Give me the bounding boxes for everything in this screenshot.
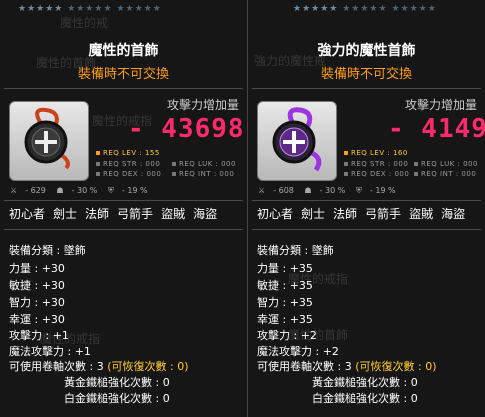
star-force-row: ★★★★★ ★★★★★ ★★★★★ xyxy=(293,4,437,14)
stat-gold-hammer: 黃金鐵槌強化次數 : 0 xyxy=(312,376,418,389)
job-list: 初心者 劍士 法師 弓箭手 盜賊 海盜 xyxy=(257,205,473,222)
divider xyxy=(252,200,481,201)
job-mage: 法師 xyxy=(85,207,110,221)
stat-dex: 敏捷 : +35 xyxy=(257,279,313,292)
stat-scroll-slots: 可使用卷軸次數 : 3 (可恢復次數 : 0) xyxy=(257,360,437,373)
boss-damage-icon: ☗ xyxy=(304,186,312,195)
job-archer: 弓箭手 xyxy=(117,207,154,221)
mini-stat: - 19 % xyxy=(121,186,148,195)
job-thief: 盜賊 xyxy=(161,207,186,221)
item-icon-frame xyxy=(257,101,337,181)
star-force-row: ★★★★★ ★★★★★ ★★★★★ xyxy=(18,4,162,14)
stat-category: 裝備分類 : 墜飾 xyxy=(9,244,86,257)
tooltip-right: 強力的魔性戒 魔性的戒指 魔性的首飾 ★★★★★ ★★★★★ ★★★★★ 強力的… xyxy=(248,0,485,417)
divider xyxy=(252,88,481,89)
mini-stat: - 30 % xyxy=(319,186,346,195)
stat-str: 力量 : +35 xyxy=(257,262,313,275)
attack-increase-value: - 4149 xyxy=(388,114,485,144)
stat-str: 力量 : +30 xyxy=(9,262,65,275)
job-thief: 盜賊 xyxy=(409,207,434,221)
bullet-icon xyxy=(344,172,348,176)
job-beginner: 初心者 xyxy=(257,207,294,221)
bullet-icon xyxy=(96,172,100,176)
job-list: 初心者 劍士 法師 弓箭手 盜賊 海盜 xyxy=(9,205,225,222)
divider xyxy=(252,229,481,230)
job-mage: 法師 xyxy=(333,207,358,221)
stat-category: 裝備分類 : 墜飾 xyxy=(257,244,334,257)
divider xyxy=(4,229,243,230)
item-name: 強力的魔性首飾 xyxy=(317,43,416,59)
stat-int: 智力 : +30 xyxy=(9,296,65,309)
ignore-defense-icon: ⛨ xyxy=(355,186,362,195)
req-dex: REQ DEX : 000 xyxy=(344,170,409,178)
item-icon-frame xyxy=(9,101,89,181)
job-pirate: 海盜 xyxy=(193,207,218,221)
stat-gold-hammer: 黃金鐵槌強化次數 : 0 xyxy=(64,376,170,389)
bullet-icon xyxy=(172,172,176,176)
attack-speed-icon: ⚔ xyxy=(258,186,266,195)
mini-stat: - 608 xyxy=(273,186,294,195)
mini-stats-row: ⚔ - 608 ☗ - 30 % ⛨ - 19 % xyxy=(258,186,404,196)
req-int: REQ INT : 000 xyxy=(172,170,234,178)
job-pirate: 海盜 xyxy=(441,207,466,221)
stat-luk: 幸運 : +35 xyxy=(257,313,313,326)
bullet-icon xyxy=(96,151,100,155)
divider xyxy=(4,88,243,89)
attack-increase-value: - 43698 xyxy=(128,114,245,144)
mini-stat: - 30 % xyxy=(71,186,98,195)
stat-scroll-slots: 可使用卷軸次數 : 3 (可恢復次數 : 0) xyxy=(9,360,189,373)
divider xyxy=(4,200,243,201)
bullet-icon xyxy=(414,172,418,176)
item-name: 魔性的首飾 xyxy=(88,43,159,59)
mini-stat: - 19 % xyxy=(369,186,396,195)
purple-cross-pendant-icon xyxy=(272,107,322,172)
attack-increase-label: 攻擊力增加量 xyxy=(166,98,239,112)
bullet-icon xyxy=(96,162,100,166)
bullet-icon xyxy=(414,162,418,166)
stat-attack: 攻擊力 : +1 xyxy=(9,329,69,342)
boss-damage-icon: ☗ xyxy=(56,186,64,195)
bullet-icon xyxy=(344,151,348,155)
ghost-text: 魔性的戒 xyxy=(60,16,109,30)
job-beginner: 初心者 xyxy=(9,207,46,221)
bullet-icon xyxy=(344,162,348,166)
req-str: REQ STR : 000 xyxy=(96,160,160,168)
stat-dex: 敏捷 : +30 xyxy=(9,279,65,292)
stat-magic-attack: 魔法攻擊力 : +1 xyxy=(9,345,91,358)
bullet-icon xyxy=(172,162,176,166)
untradeable-notice: 裝備時不可交換 xyxy=(320,67,412,82)
attack-speed-icon: ⚔ xyxy=(10,186,18,195)
stat-attack: 攻擊力 : +2 xyxy=(257,329,317,342)
untradeable-notice: 裝備時不可交換 xyxy=(77,67,169,82)
req-luk: REQ LUK : 000 xyxy=(414,160,478,168)
req-level: REQ LEV : 155 xyxy=(96,149,160,157)
job-warrior: 劍士 xyxy=(301,207,326,221)
dark-cross-pendant-icon xyxy=(24,107,70,170)
req-level: REQ LEV : 160 xyxy=(344,149,408,157)
ignore-defense-icon: ⛨ xyxy=(107,186,114,195)
attack-increase-label: 攻擊力增加量 xyxy=(404,98,477,112)
req-str: REQ STR : 000 xyxy=(344,160,408,168)
stat-luk: 幸運 : +30 xyxy=(9,313,65,326)
stat-int: 智力 : +35 xyxy=(257,296,313,309)
stat-white-hammer: 白金鐵槌強化次數 : 0 xyxy=(312,392,418,405)
stat-magic-attack: 魔法攻擊力 : +2 xyxy=(257,345,339,358)
job-warrior: 劍士 xyxy=(53,207,78,221)
req-int: REQ INT : 000 xyxy=(414,170,476,178)
stat-white-hammer: 白金鐵槌強化次數 : 0 xyxy=(64,392,170,405)
mini-stat: - 629 xyxy=(25,186,46,195)
tooltip-left: 魔性的戒 魔性的首飾 魔性的戒指 魔性的戒指 ★★★★★ ★★★★★ ★★★★★… xyxy=(0,0,248,417)
req-luk: REQ LUK : 000 xyxy=(172,160,236,168)
req-dex: REQ DEX : 000 xyxy=(96,170,161,178)
mini-stats-row: ⚔ - 629 ☗ - 30 % ⛨ - 19 % xyxy=(10,186,156,196)
job-archer: 弓箭手 xyxy=(365,207,402,221)
